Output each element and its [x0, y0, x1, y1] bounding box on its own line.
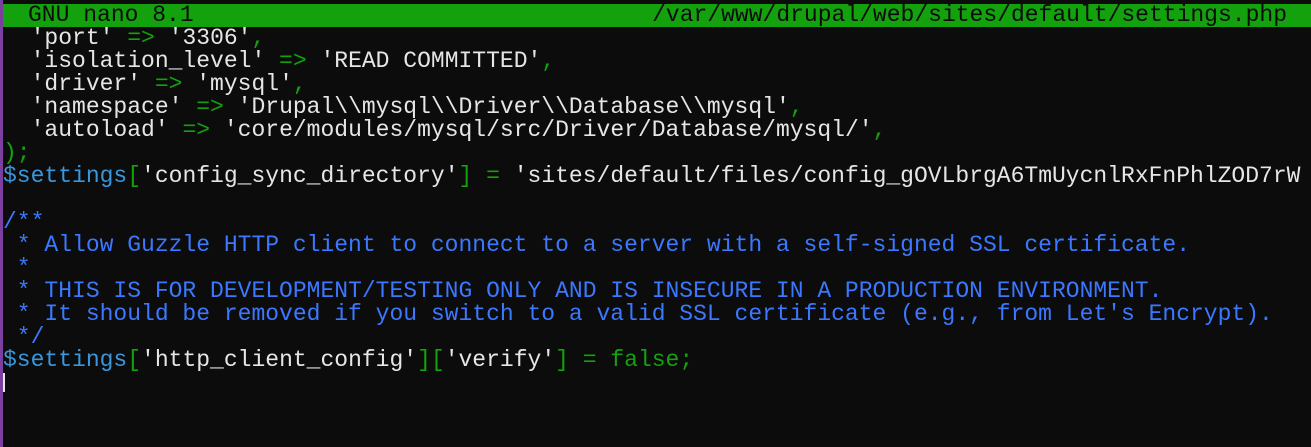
code-token: 'autoload'	[30, 119, 169, 142]
code-token: 'config_sync_directory'	[141, 165, 459, 188]
code-token: * Allow Guzzle HTTP client to connect to…	[3, 234, 1190, 257]
code-line: $settings['http_client_config']['verify'…	[3, 349, 1311, 372]
code-token: 'isolation_level'	[30, 50, 266, 73]
code-token: [	[127, 349, 142, 372]
file-path-label: /var/www/drupal/web/sites/default/settin…	[652, 2, 1287, 28]
code-line: 'autoload' => 'core/modules/mysql/src/Dr…	[3, 119, 1311, 142]
nano-terminal-window: GNU nano 8.1 /var/www/drupal/web/sites/d…	[0, 0, 1311, 447]
code-token: * THIS IS FOR DEVELOPMENT/TESTING ONLY A…	[3, 280, 1163, 303]
code-token: ] = false;	[555, 349, 694, 372]
code-line: * It should be removed if you switch to …	[3, 303, 1311, 326]
code-token: 'verify'	[444, 349, 556, 372]
code-token: =>	[182, 96, 238, 119]
code-token: $settings	[3, 165, 128, 188]
code-line: * Allow Guzzle HTTP client to connect to…	[3, 234, 1311, 257]
code-token: $settings	[3, 349, 128, 372]
code-token: ,	[541, 50, 556, 73]
code-token: * It should be removed if you switch to …	[3, 303, 1273, 326]
code-line	[3, 372, 1311, 395]
code-line: * THIS IS FOR DEVELOPMENT/TESTING ONLY A…	[3, 280, 1311, 303]
code-line: *	[3, 257, 1311, 280]
app-version-label: GNU nano 8.1	[28, 2, 194, 28]
code-token: */	[3, 326, 45, 349]
code-token: 'sites/default/files/config_gOVLbrgA6TmU…	[513, 165, 1301, 188]
editor-text-area[interactable]: 'port' => '3306', 'isolation_level' => '…	[3, 27, 1311, 395]
code-token: ][	[417, 349, 445, 372]
code-line: 'port' => '3306',	[3, 27, 1311, 50]
nano-title-bar: GNU nano 8.1 /var/www/drupal/web/sites/d…	[3, 4, 1311, 27]
code-token: ,	[251, 27, 266, 50]
code-token: =>	[168, 119, 224, 142]
code-line: */	[3, 326, 1311, 349]
code-token: ] =	[458, 165, 514, 188]
code-token: 'Drupal\\mysql\\Driver\\Database\\mysql'	[237, 96, 790, 119]
code-line: 'isolation_level' => 'READ COMMITTED',	[3, 50, 1311, 73]
code-token: *	[3, 257, 31, 280]
code-token: '3306'	[168, 27, 252, 50]
code-line: $settings['config_sync_directory'] = 'si…	[3, 165, 1311, 188]
code-token: 'namespace'	[30, 96, 183, 119]
code-token: ,	[872, 119, 887, 142]
code-token: =>	[113, 27, 169, 50]
code-line: );	[3, 142, 1311, 165]
code-token: 'READ COMMITTED'	[320, 50, 542, 73]
code-token: ,	[292, 73, 307, 96]
code-token: );	[3, 142, 31, 165]
code-token: 'port'	[30, 27, 114, 50]
code-line: 'driver' => 'mysql',	[3, 73, 1311, 96]
code-token: 'core/modules/mysql/src/Driver/Database/…	[223, 119, 873, 142]
text-cursor	[3, 373, 5, 393]
code-token: =>	[141, 73, 197, 96]
code-line: /**	[3, 211, 1311, 234]
code-token: 'http_client_config'	[141, 349, 418, 372]
code-line: 'namespace' => 'Drupal\\mysql\\Driver\\D…	[3, 96, 1311, 119]
code-token: [	[127, 165, 142, 188]
code-token: 'mysql'	[196, 73, 293, 96]
code-token: =>	[265, 50, 321, 73]
code-token: ,	[789, 96, 804, 119]
code-token: /**	[3, 211, 45, 234]
code-token: 'driver'	[30, 73, 142, 96]
